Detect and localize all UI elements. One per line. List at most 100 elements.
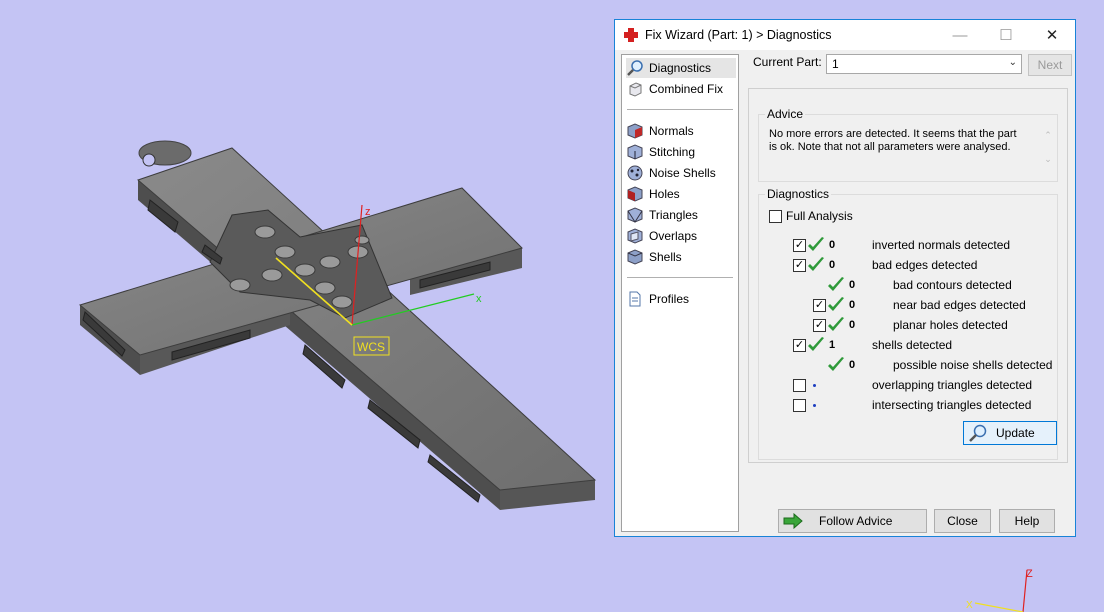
red-cross-icon [624, 28, 638, 42]
follow-advice-label: Follow Advice [819, 514, 893, 528]
advice-group: Advice No more errors are detected. It s… [758, 107, 1058, 182]
fix-wizard-dialog: Fix Wizard (Part: 1) > Diagnostics — ☐ ✕… [614, 19, 1076, 537]
row-checkbox[interactable]: ✓ [793, 239, 806, 252]
cube-icon [629, 82, 642, 97]
help-label: Help [1014, 514, 1040, 528]
advice-title: Advice [765, 107, 806, 121]
nav-item-diagnostics[interactable]: Diagnostics [626, 58, 736, 78]
svg-text:WCS: WCS [357, 340, 385, 354]
row-label: inverted normals detected [872, 238, 1011, 252]
close-label: Close [947, 514, 978, 528]
diagnostics-title: Diagnostics [765, 187, 832, 201]
cross-pendant-model[interactable] [78, 140, 597, 510]
row-label: shells detected [872, 338, 953, 352]
row-label: overlapping triangles detected [872, 378, 1033, 392]
nav-label: Stitching [649, 145, 696, 159]
full-analysis-checkbox[interactable] [769, 210, 782, 223]
stitching-cube-icon [627, 144, 643, 160]
next-label: Next [1037, 58, 1063, 72]
title-bar[interactable]: Fix Wizard (Part: 1) > Diagnostics — ☐ ✕ [615, 20, 1075, 50]
advice-text: No more errors are detected. It seems th… [769, 128, 1017, 153]
magnifier-icon [969, 424, 987, 442]
shells-cube-icon [627, 249, 643, 265]
row-count: 0 [829, 239, 836, 251]
nav-item-normals[interactable]: Normals [626, 121, 694, 141]
document-icon [629, 291, 641, 307]
triangles-cube-icon [627, 207, 643, 223]
row-count: 0 [849, 299, 856, 311]
row-label: intersecting triangles detected [872, 398, 1032, 412]
close-button[interactable]: Close [934, 509, 991, 533]
wcs-label: WCS [353, 336, 390, 356]
current-part-value: 1 [832, 57, 839, 71]
nav-separator [627, 277, 733, 278]
row-checkbox[interactable]: ✓ [813, 319, 826, 332]
noise-shells-icon [627, 165, 643, 181]
pending-dot-icon [813, 404, 816, 407]
nav-label: Triangles [649, 208, 698, 222]
advice-scrollbar[interactable]: ⌃ ⌄ [1041, 123, 1055, 173]
current-part-select[interactable]: 1 ⌄ [826, 54, 1022, 74]
nav-label: Diagnostics [649, 61, 712, 75]
chevron-down-icon: ⌄ [1008, 57, 1017, 68]
help-button[interactable]: Help [999, 509, 1055, 533]
nav-item-stitching[interactable]: Stitching [626, 142, 695, 162]
minimize-icon: — [952, 26, 968, 44]
wizard-nav-panel: Diagnostics Combined Fix Normals Stitchi… [621, 54, 739, 532]
row-label: possible noise shells detected [893, 358, 1053, 372]
row-label: near bad edges detected [893, 298, 1026, 312]
magnifier-icon [627, 60, 643, 76]
overlaps-cube-icon [627, 228, 643, 244]
svg-text:x: x [476, 293, 482, 305]
nav-item-triangles[interactable]: Triangles [626, 205, 698, 225]
green-check-icon [808, 337, 824, 351]
row-count: 0 [829, 259, 836, 271]
current-part-label: Current Part: [753, 55, 822, 69]
follow-advice-button[interactable]: Follow Advice [778, 509, 927, 533]
update-button[interactable]: Update [963, 421, 1057, 445]
green-check-icon [828, 297, 844, 311]
nav-label: Overlaps [649, 229, 698, 243]
svg-text:X: X [966, 600, 973, 611]
maximize-button[interactable]: ☐ [983, 20, 1029, 50]
orientation-triad: Z X [966, 568, 1033, 612]
nav-label: Profiles [649, 292, 690, 306]
nav-label: Noise Shells [649, 166, 716, 180]
nav-item-noise-shells[interactable]: Noise Shells [626, 163, 716, 183]
row-checkbox[interactable] [793, 399, 806, 412]
holes-cube-icon [627, 186, 643, 202]
nav-item-combined-fix[interactable]: Combined Fix [626, 79, 723, 99]
svg-text:z: z [365, 206, 371, 218]
diagnostics-panel: Advice No more errors are detected. It s… [748, 88, 1068, 463]
row-count: 1 [829, 339, 836, 351]
nav-item-overlaps[interactable]: Overlaps [626, 226, 697, 246]
minimize-button[interactable]: — [937, 20, 983, 50]
nav-label: Normals [649, 124, 694, 138]
normals-cube-icon [627, 123, 643, 139]
row-label: bad contours detected [893, 278, 1012, 292]
close-icon: ✕ [1045, 27, 1059, 44]
nav-item-holes[interactable]: Holes [626, 184, 680, 204]
green-check-icon [808, 237, 824, 251]
pending-dot-icon [813, 384, 816, 387]
maximize-icon: ☐ [999, 27, 1013, 44]
row-checkbox[interactable]: ✓ [813, 299, 826, 312]
diagnostics-group: Diagnostics Full Analysis ✓ 0 inverted nor… [758, 187, 1058, 460]
row-checkbox[interactable] [793, 379, 806, 392]
row-label: bad edges detected [872, 258, 978, 272]
close-window-button[interactable]: ✕ [1029, 20, 1075, 50]
nav-label: Shells [649, 250, 682, 264]
row-checkbox[interactable]: ✓ [793, 339, 806, 352]
row-checkbox[interactable]: ✓ [793, 259, 806, 272]
update-label: Update [996, 426, 1035, 440]
svg-text:Z: Z [1026, 568, 1033, 580]
window-title: Fix Wizard (Part: 1) > Diagnostics [645, 28, 832, 42]
row-label: planar holes detected [893, 318, 1008, 332]
full-analysis-label: Full Analysis [786, 209, 853, 223]
green-arrow-icon [783, 513, 803, 529]
row-count: 0 [849, 359, 856, 371]
nav-item-shells[interactable]: Shells [626, 247, 682, 267]
row-count: 0 [849, 319, 856, 331]
next-button[interactable]: Next [1028, 54, 1072, 76]
nav-item-profiles[interactable]: Profiles [626, 289, 689, 309]
